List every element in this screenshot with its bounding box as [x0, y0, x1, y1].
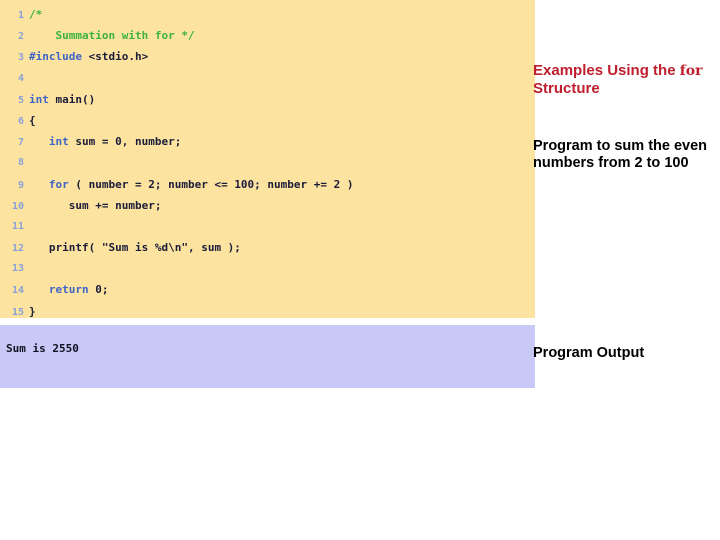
code-line: 6{ — [0, 110, 535, 131]
code-line-text: Summation with for */ — [24, 25, 195, 46]
code-line-number: 1 — [17, 10, 24, 21]
code-token-comment: /* — [29, 8, 43, 21]
code-line-number: 3 — [17, 52, 24, 64]
program-output-text: Sum is 2550 — [6, 342, 79, 355]
code-line-number: 13 — [11, 263, 24, 275]
code-line: 13 — [0, 258, 535, 279]
code-line: 8 — [0, 152, 535, 173]
code-line-number: 8 — [17, 157, 24, 169]
code-line-number: 6 — [17, 115, 24, 127]
code-line-text: printf( "Sum is %d\n", sum ); — [24, 237, 241, 258]
code-token-plain: } — [29, 304, 36, 318]
annotation-title-part1: Examples Using the — [533, 62, 680, 79]
code-line: 9 for ( number = 2; number <= 100; numbe… — [0, 174, 535, 195]
slide-canvas: 1/* 2 Summation with for */3 #include <std… — [0, 0, 720, 540]
annotation-program-output-label: Program Output — [533, 345, 645, 361]
code-token-plain: 0; — [88, 283, 109, 297]
code-token-plain: { — [29, 113, 36, 127]
code-token-plain: main() — [48, 92, 96, 106]
program-output-panel: Sum is 2550 — [0, 325, 535, 388]
code-line: 1 /* — [0, 4, 535, 25]
code-line: 10 sum += number; — [0, 195, 535, 216]
code-line: 14 return 0; — [0, 279, 535, 300]
code-line-number: 7 — [17, 137, 24, 149]
code-token-plain: sum += number; — [68, 198, 162, 212]
code-line-text: } — [24, 301, 36, 322]
code-token-plain: sum = 0, number; — [68, 135, 182, 149]
code-token-keyword: for — [48, 177, 69, 191]
code-token-plain: <stdio.h> — [81, 50, 149, 64]
code-line: 15} — [0, 301, 535, 322]
code-line: 2 Summation with for */ — [0, 25, 535, 46]
code-line-number: 11 — [11, 220, 24, 232]
annotation-title-keyword: for — [679, 63, 703, 79]
code-line-number: 2 — [17, 31, 24, 43]
code-token-keyword: int — [29, 92, 49, 106]
code-token-keyword: #include — [29, 50, 82, 64]
annotation-slide-title: Examples Using the for Structure — [533, 62, 715, 97]
code-line-text: /* — [24, 4, 42, 25]
code-listing-panel: 1/* 2 Summation with for */3 #include <std… — [0, 0, 535, 318]
code-line-number: 14 — [11, 285, 24, 297]
annotation-program-description: Program to sum the even numbers from 2 t… — [533, 138, 708, 172]
code-line: 12 printf( "Sum is %d\n", sum ); — [0, 237, 535, 258]
code-token-plain: ( number = 2; number <= 100; number += 2… — [68, 177, 354, 191]
code-line: 3 #include <stdio.h> — [0, 46, 535, 67]
code-line: 5 int main() — [0, 89, 535, 110]
code-line-text: int sum = 0, number; — [24, 131, 181, 152]
code-line-text: for ( number = 2; number <= 100; number … — [24, 174, 354, 195]
code-token-plain: printf( "Sum is %d\n", sum ); — [48, 241, 241, 255]
code-line-number: 12 — [11, 243, 24, 255]
code-line-text: sum += number; — [24, 195, 162, 216]
code-line-number: 15 — [11, 306, 24, 318]
code-line: 4 — [0, 68, 535, 89]
code-line: 7 int sum = 0, number; — [0, 131, 535, 152]
code-line-text: int main() — [24, 89, 95, 110]
annotation-title-part2: Structure — [533, 79, 600, 97]
code-token-keyword: int — [48, 135, 69, 149]
code-token-comment: Summation with for */ — [55, 29, 195, 43]
code-line-number: 5 — [17, 94, 24, 106]
code-token-keyword: return — [48, 283, 89, 297]
code-line-text: return 0; — [24, 279, 109, 300]
code-line-text: #include <stdio.h> — [24, 46, 148, 67]
code-line-number: 9 — [17, 179, 24, 191]
code-line-number: 10 — [11, 200, 24, 212]
code-line-number: 4 — [17, 72, 24, 84]
code-line-text: { — [24, 110, 36, 131]
code-line: 11 — [0, 216, 535, 237]
